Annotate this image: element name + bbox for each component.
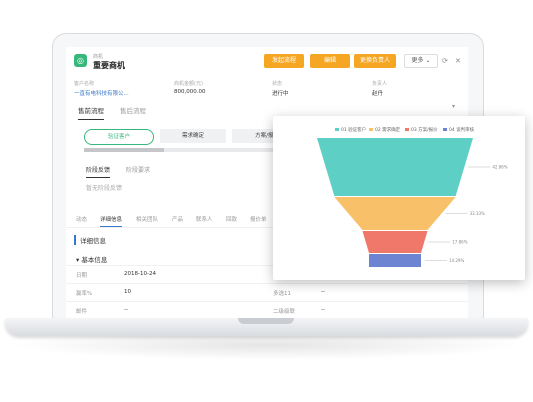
- tab-quotes[interactable]: 报价单: [250, 215, 267, 223]
- field-row: 邮件 -- 二级级联 --: [66, 301, 468, 318]
- owner-label: 负责人: [372, 81, 388, 87]
- basic-info-title: 基本信息: [81, 256, 108, 264]
- funnel-segment: [368, 254, 422, 267]
- tab-team[interactable]: 相关团队: [136, 215, 158, 223]
- field-label: 二级级联: [273, 309, 296, 315]
- funnel-chart-popup: 01 验证客户 02 需求确定 03 方案/报价 04 谈判审核 42.86% 3…: [273, 116, 525, 280]
- field-value: --: [321, 289, 325, 295]
- edit-button[interactable]: 编辑: [310, 54, 350, 68]
- customer-label: 客户名称: [74, 81, 95, 87]
- funnel-segment: [334, 197, 456, 230]
- tab-activity[interactable]: 动态: [76, 215, 87, 223]
- caret-down-icon: ▾: [76, 256, 80, 264]
- field-row: 赢率% 10 多选11 --: [66, 283, 468, 302]
- refresh-icon[interactable]: ⟳: [442, 57, 448, 65]
- change-owner-button[interactable]: 更换负责人: [354, 54, 396, 68]
- funnel-chart: 42.86% 33.33% 17.86% 14.29%: [317, 138, 508, 267]
- field-label: 多选11: [273, 291, 291, 297]
- funnel-value-label: 14.29%: [449, 258, 464, 263]
- record-header: ◎ 商机 重要商机 发起流程 编辑 更换负责人 更多 ⌄ ⟳ ✕: [66, 47, 468, 76]
- tab-products[interactable]: 产品: [172, 215, 183, 223]
- target-icon: ◎: [74, 54, 87, 67]
- tab-contacts[interactable]: 联系人: [196, 215, 213, 223]
- stage-step-2[interactable]: 需求确定: [160, 129, 226, 143]
- close-icon[interactable]: ✕: [455, 57, 461, 65]
- amount-value: 800,000.00: [174, 89, 206, 95]
- status-value: 进行中: [272, 91, 289, 97]
- status-label: 状态: [272, 81, 283, 87]
- status-info: 状态 进行中: [272, 80, 362, 97]
- field-value: 10: [124, 289, 131, 295]
- funnel-value-label: 33.33%: [470, 211, 485, 216]
- field-label: 赢率%: [76, 291, 93, 297]
- laptop-notch: [238, 318, 294, 324]
- customer-link[interactable]: 一直有电科技有限公...: [74, 89, 164, 97]
- detail-section-title: 详细信息: [74, 235, 106, 245]
- chevron-down-icon: ⌄: [425, 57, 431, 64]
- chevron-down-icon[interactable]: ▾: [452, 103, 455, 110]
- amount-label: 商机金额(元): [174, 81, 203, 87]
- funnel-value-label: 17.86%: [452, 240, 467, 245]
- stage-step-1[interactable]: 验证客户: [84, 129, 154, 145]
- funnel-value-label: 42.86%: [492, 165, 507, 170]
- module-label: 商机: [93, 54, 104, 60]
- funnel-segment: [317, 138, 473, 196]
- tab-details[interactable]: 详细信息: [100, 215, 123, 227]
- more-label: 更多: [411, 57, 424, 64]
- field-value: --: [321, 307, 325, 313]
- field-value: --: [124, 307, 128, 313]
- tab-presales-process[interactable]: 售前流程: [78, 105, 104, 120]
- customer-info: 客户名称 一直有电科技有限公...: [74, 80, 164, 97]
- record-summary: 客户名称 一直有电科技有限公... 商机金额(元) 800,000.00 状态 …: [66, 75, 468, 100]
- field-value: 2018-10-24: [124, 271, 156, 277]
- tab-payments[interactable]: 回款: [226, 215, 237, 223]
- record-title: 重要商机: [93, 61, 125, 70]
- start-process-button[interactable]: 发起流程: [264, 54, 304, 68]
- owner-info: 负责人 赵丹: [372, 80, 462, 97]
- stage-progress-fill: [84, 148, 164, 152]
- tab-stage-feedback[interactable]: 阶段反馈: [86, 165, 111, 178]
- tab-aftersales-process[interactable]: 售后流程: [120, 105, 146, 115]
- tab-stage-requirement[interactable]: 阶段要求: [126, 165, 150, 174]
- amount-info: 商机金额(元) 800,000.00: [174, 80, 264, 95]
- basic-info-toggle[interactable]: ▾ 基本信息: [76, 254, 107, 264]
- owner-value: 赵丹: [372, 91, 384, 97]
- field-label: 邮件: [76, 309, 88, 315]
- no-feedback-text: 暂无阶段反馈: [86, 185, 123, 192]
- field-label: 日期: [76, 273, 88, 279]
- funnel-segment: [362, 231, 428, 253]
- more-dropdown[interactable]: 更多 ⌄: [404, 54, 438, 68]
